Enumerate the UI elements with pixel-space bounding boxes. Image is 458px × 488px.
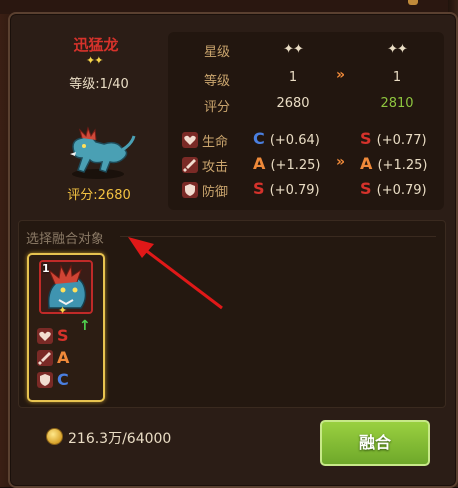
shield-icon	[182, 182, 198, 198]
candidate-attack-grade: A	[57, 348, 70, 367]
fusion-cost: 216.3万/64000	[68, 431, 172, 447]
attr-attack-before: A (+1.25)	[253, 154, 320, 173]
grade-badge: C	[253, 129, 265, 148]
candidate-hp-grade: S	[57, 326, 69, 345]
arrow-icon: »	[336, 67, 345, 83]
grade-badge: S	[360, 129, 372, 148]
row-label-score: 评分	[204, 100, 231, 115]
gold-coin-icon	[46, 428, 63, 445]
candidate-star: ✦	[58, 304, 68, 317]
hero-level: 等级:1/40	[69, 77, 129, 92]
attr-hp-before: C (+0.64)	[253, 129, 320, 148]
title-divider	[120, 236, 436, 237]
level-after: 1	[392, 70, 402, 85]
top-tab-marker	[408, 0, 418, 5]
hero-name: 迅猛龙	[73, 36, 119, 54]
grade-badge: A	[360, 154, 373, 173]
attr-defense-before: S (+0.79)	[253, 179, 320, 198]
attr-value: (+0.64)	[269, 133, 320, 148]
row-label-level: 等级	[204, 74, 231, 89]
fuse-button[interactable]: 融合	[320, 420, 430, 466]
attr-label-hp: 生命	[202, 135, 229, 150]
attr-attack-after: A (+1.25)	[360, 154, 427, 173]
attr-value: (+1.25)	[377, 158, 428, 173]
attr-value: (+0.79)	[269, 183, 320, 198]
attr-hp-after: S (+0.77)	[360, 129, 427, 148]
candidate-defense-grade: C	[57, 370, 69, 389]
attr-defense-after: S (+0.79)	[360, 179, 427, 198]
stars-before: ✦✦	[283, 42, 304, 57]
select-target-title: 选择融合对象	[26, 232, 105, 247]
level-before: 1	[288, 70, 298, 85]
shield-icon	[37, 372, 53, 388]
sword-icon	[37, 350, 53, 366]
dragon-portrait	[70, 126, 136, 179]
attr-value: (+0.77)	[376, 133, 427, 148]
attr-value: (+0.79)	[376, 183, 427, 198]
heart-icon	[182, 132, 198, 148]
sword-icon	[182, 157, 198, 173]
score-before: 2680	[276, 96, 310, 111]
attr-label-attack: 攻击	[202, 160, 229, 175]
row-label-stars: 星级	[204, 45, 231, 60]
candidate-level: 1	[42, 262, 50, 275]
stars-after: ✦✦	[387, 42, 408, 57]
attr-label-defense: 防御	[202, 185, 229, 200]
grade-badge: S	[360, 179, 372, 198]
attr-value: (+1.25)	[270, 158, 321, 173]
score-after: 2810	[380, 96, 414, 111]
grade-badge: S	[253, 179, 265, 198]
hero-score: 评分:2680	[67, 188, 131, 203]
arrow-icon: »	[336, 154, 345, 170]
hero-stars: ✦✦	[86, 54, 103, 67]
upgrade-arrow-icon: ↑	[79, 318, 91, 334]
heart-icon	[37, 328, 53, 344]
grade-badge: A	[253, 154, 266, 173]
